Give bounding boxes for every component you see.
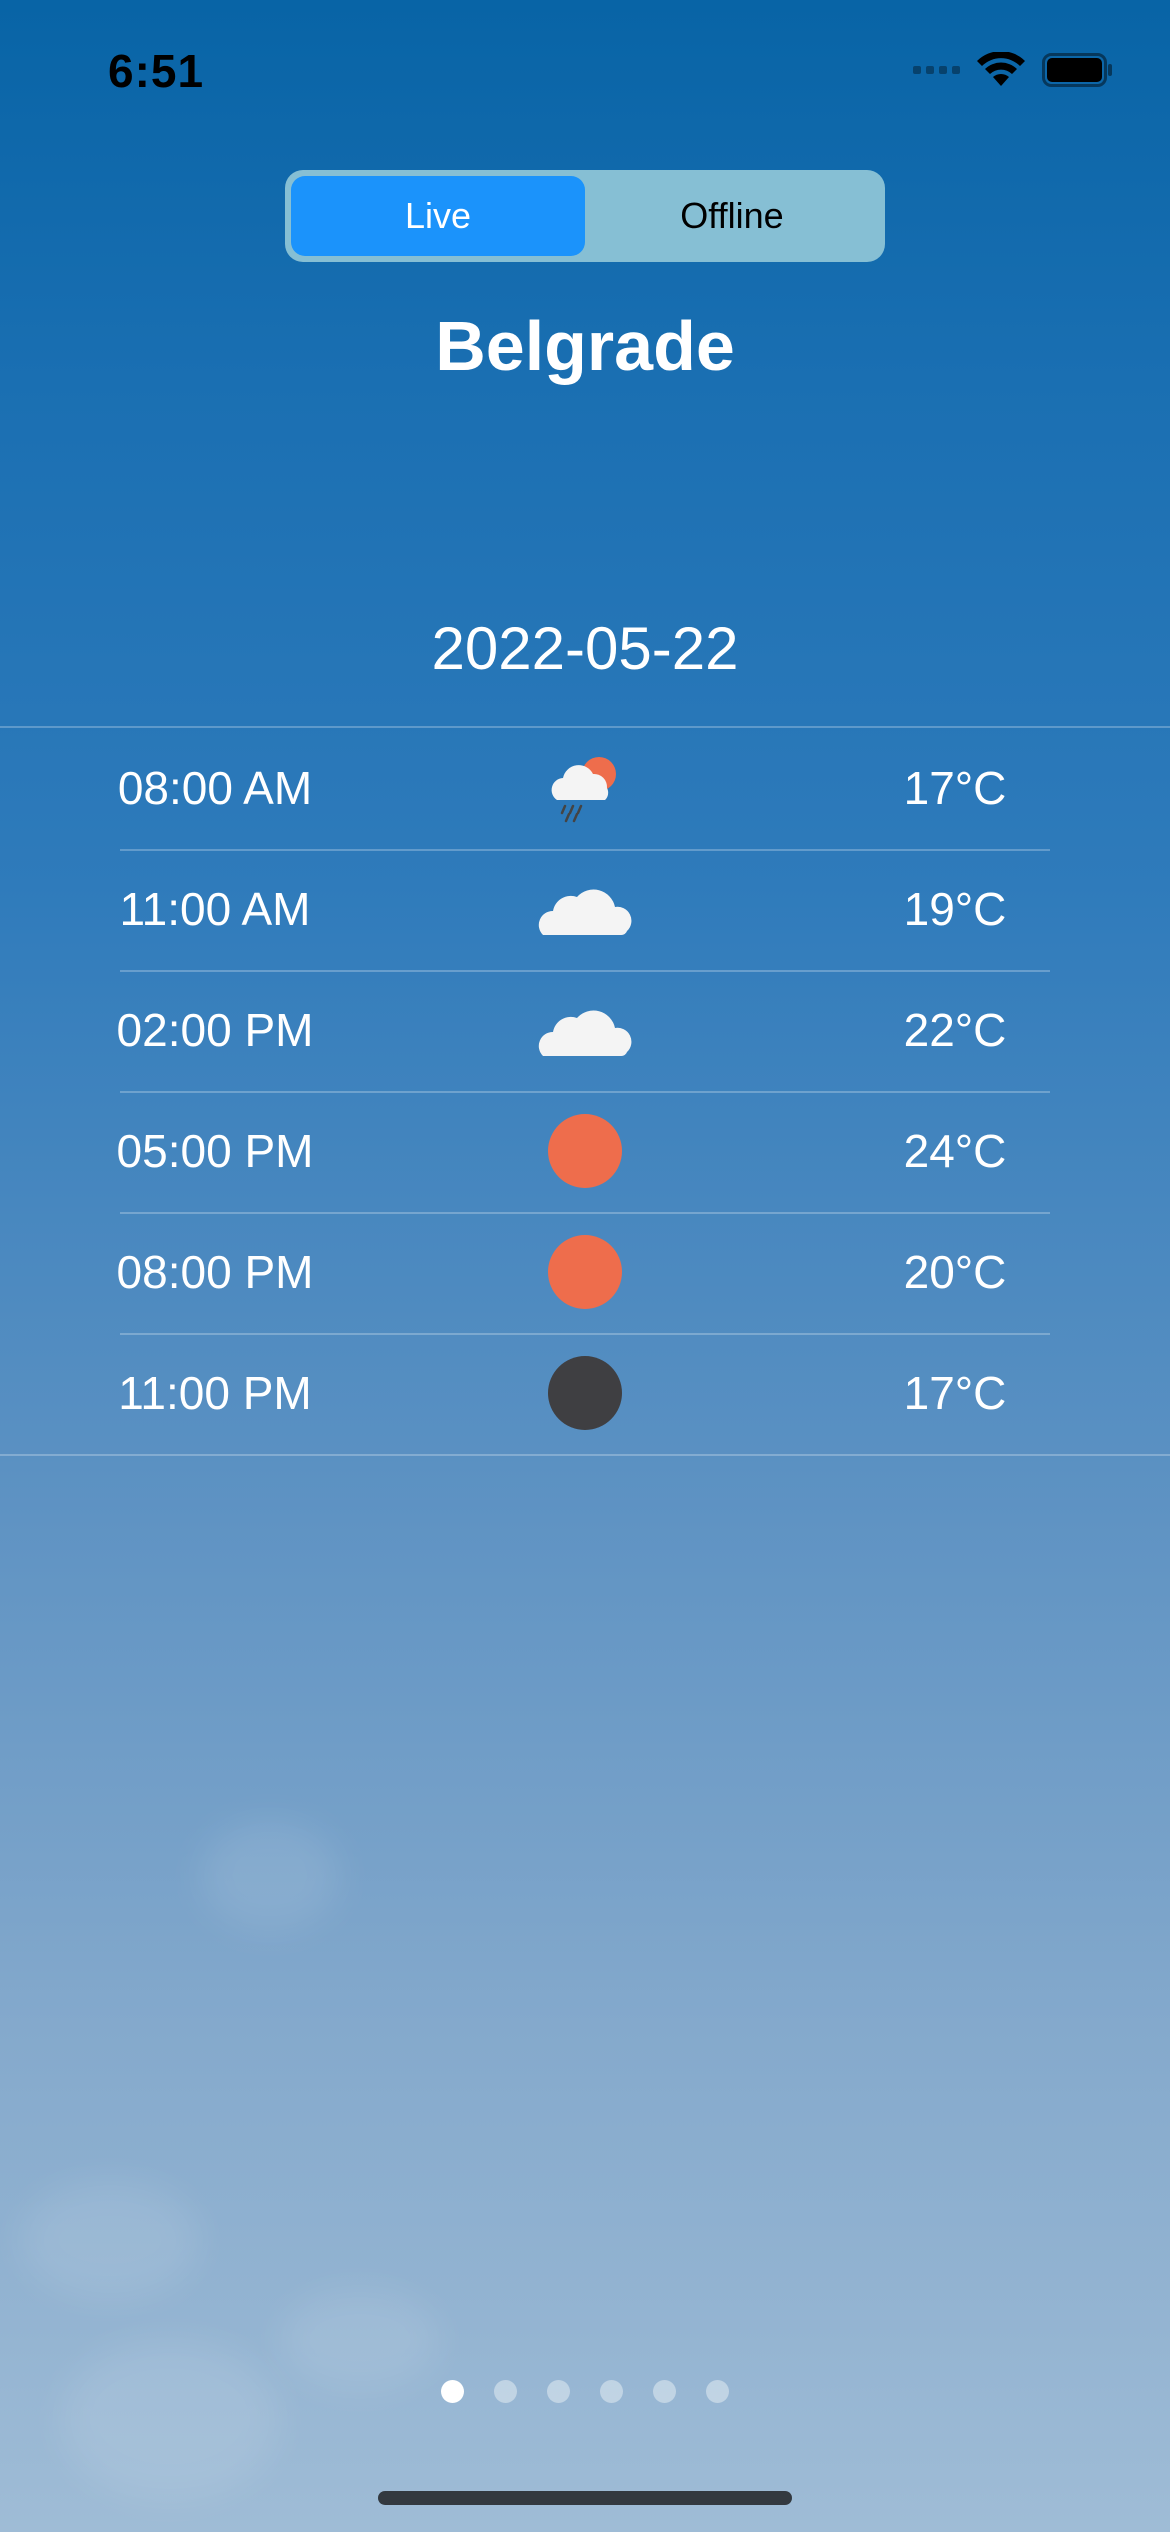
forecast-temperature: 17°C <box>903 1367 1007 1419</box>
forecast-temperature: 17°C <box>903 762 1007 814</box>
page-indicator[interactable] <box>0 2380 1170 2403</box>
forecast-time: 05:00 PM <box>116 1125 314 1177</box>
forecast-date: 2022-05-22 <box>431 615 739 682</box>
page-dot[interactable] <box>600 2380 623 2403</box>
moon-icon <box>548 1356 622 1430</box>
forecast-time: 08:00 AM <box>117 762 313 814</box>
forecast-time: 11:00 AM <box>119 883 311 935</box>
live-offline-toggle[interactable]: Live Offline <box>285 170 885 262</box>
forecast-row: 11:00 PM 17°C <box>0 1333 1170 1454</box>
page-dot[interactable] <box>494 2380 517 2403</box>
sun-icon <box>548 1114 622 1188</box>
forecast-row: 11:00 AM 19°C <box>0 849 1170 970</box>
cloud-icon <box>538 889 632 936</box>
page-dot[interactable] <box>441 2380 464 2403</box>
forecast-row: 02:00 PM 22°C <box>0 970 1170 1091</box>
city-title: Belgrade <box>435 307 735 385</box>
segment-offline[interactable]: Offline <box>585 176 879 256</box>
forecast-time: 11:00 PM <box>118 1367 312 1419</box>
wifi-icon <box>977 52 1025 86</box>
cloud-icon <box>538 1010 632 1057</box>
status-bar-indicators <box>913 52 1114 88</box>
battery-icon <box>1042 53 1112 87</box>
home-indicator[interactable] <box>378 2491 792 2505</box>
forecast-temperature: 20°C <box>903 1246 1007 1298</box>
forecast-temperature: 22°C <box>903 1004 1007 1056</box>
forecast-time: 02:00 PM <box>116 1004 314 1056</box>
status-bar-time: 6:51 <box>108 45 205 97</box>
sun-cloud-rain-icon <box>551 757 616 823</box>
background-cloud <box>20 2180 200 2300</box>
forecast-temperature: 19°C <box>903 883 1007 935</box>
forecast-row: 05:00 PM 24°C <box>0 1091 1170 1212</box>
sun-icon <box>548 1235 622 1309</box>
segment-live[interactable]: Live <box>291 176 585 256</box>
page-dot[interactable] <box>547 2380 570 2403</box>
page-dot[interactable] <box>706 2380 729 2403</box>
cellular-signal-icon <box>913 66 960 74</box>
forecast-temperature: 24°C <box>903 1125 1007 1177</box>
forecast-row: 08:00 PM 20°C <box>0 1212 1170 1333</box>
forecast-row: 08:00 AM 17°C <box>0 728 1170 849</box>
forecast-time: 08:00 PM <box>116 1246 314 1298</box>
hourly-forecast-list: 08:00 AM 17°C 11:00 AM 19°C 02:00 PM 22°… <box>0 726 1170 1456</box>
background-cloud <box>200 1820 340 1930</box>
page-dot[interactable] <box>653 2380 676 2403</box>
background-cloud <box>60 2340 280 2500</box>
background-cloud <box>280 2290 440 2390</box>
